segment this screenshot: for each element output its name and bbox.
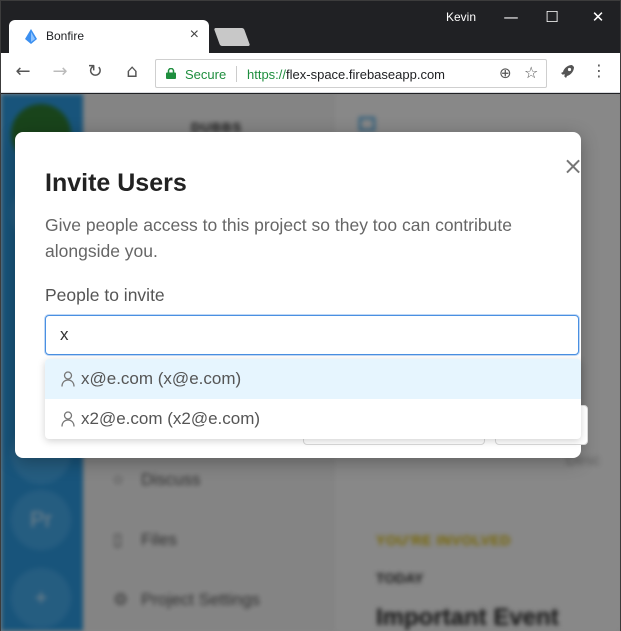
url-protocol: https:// bbox=[247, 67, 287, 82]
tab-bonfire[interactable]: Bonfire × bbox=[9, 20, 209, 53]
star-icon[interactable]: ☆ bbox=[524, 63, 538, 82]
lock-icon bbox=[166, 68, 176, 79]
invite-users-modal: × Invite Users Give people access to thi… bbox=[15, 132, 588, 458]
maximize-button[interactable]: ☐ bbox=[532, 5, 572, 29]
suggestion-label: x@e.com (x@e.com) bbox=[81, 369, 242, 388]
close-window-button[interactable]: ✕ bbox=[578, 5, 618, 29]
invite-search-input[interactable] bbox=[45, 315, 579, 355]
reload-icon[interactable]: ↻ bbox=[84, 61, 106, 83]
browser-toolbar: ← → ↻ ⌂ Secure https://flex-space.fireba… bbox=[1, 53, 620, 93]
suggestion-dropdown: x@e.com (x@e.com) x2@e.com (x2@e.com) bbox=[45, 359, 581, 439]
suggestion-label: x2@e.com (x2@e.com) bbox=[81, 409, 261, 428]
suggestion-item[interactable]: x2@e.com (x2@e.com) bbox=[45, 399, 581, 439]
bonfire-favicon-icon bbox=[25, 29, 37, 44]
new-tab-button[interactable] bbox=[213, 28, 251, 46]
modal-title: Invite Users bbox=[45, 169, 187, 197]
omnibox-divider bbox=[236, 66, 237, 82]
url-text[interactable]: https://flex-space.firebaseapp.com bbox=[247, 67, 445, 82]
user-icon bbox=[61, 371, 75, 387]
modal-description: Give people access to this project so th… bbox=[45, 215, 512, 261]
close-icon[interactable]: × bbox=[562, 154, 584, 178]
address-bar[interactable]: Secure https://flex-space.firebaseapp.co… bbox=[155, 59, 547, 88]
title-bar: Bonfire × Kevin — ☐ ✕ bbox=[1, 1, 620, 53]
forward-arrow-icon[interactable]: → bbox=[49, 61, 71, 83]
url-host: flex-space.firebaseapp.com bbox=[286, 67, 446, 82]
people-to-invite-label: People to invite bbox=[45, 285, 165, 305]
back-arrow-icon[interactable]: ← bbox=[12, 61, 34, 83]
minimize-button[interactable]: — bbox=[491, 5, 531, 29]
zoom-icon[interactable]: ⊕ bbox=[499, 64, 512, 82]
secure-label: Secure bbox=[185, 67, 227, 82]
suggestion-item[interactable]: x@e.com (x@e.com) bbox=[45, 359, 581, 399]
kebab-menu-icon[interactable]: ⋮ bbox=[591, 61, 607, 80]
rocket-extension-icon[interactable] bbox=[557, 62, 577, 82]
home-icon[interactable]: ⌂ bbox=[121, 61, 143, 83]
tab-close-icon[interactable]: × bbox=[190, 27, 199, 43]
page-viewport: Pr + DUBBS ○ Discuss ▯ Files ⚙ Project Sett… bbox=[1, 94, 620, 631]
browser-window: Bonfire × Kevin — ☐ ✕ ← → ↻ ⌂ Secure htt… bbox=[0, 0, 621, 631]
tab-title: Bonfire bbox=[46, 29, 85, 43]
user-icon bbox=[61, 411, 75, 427]
profile-name[interactable]: Kevin bbox=[446, 10, 476, 24]
